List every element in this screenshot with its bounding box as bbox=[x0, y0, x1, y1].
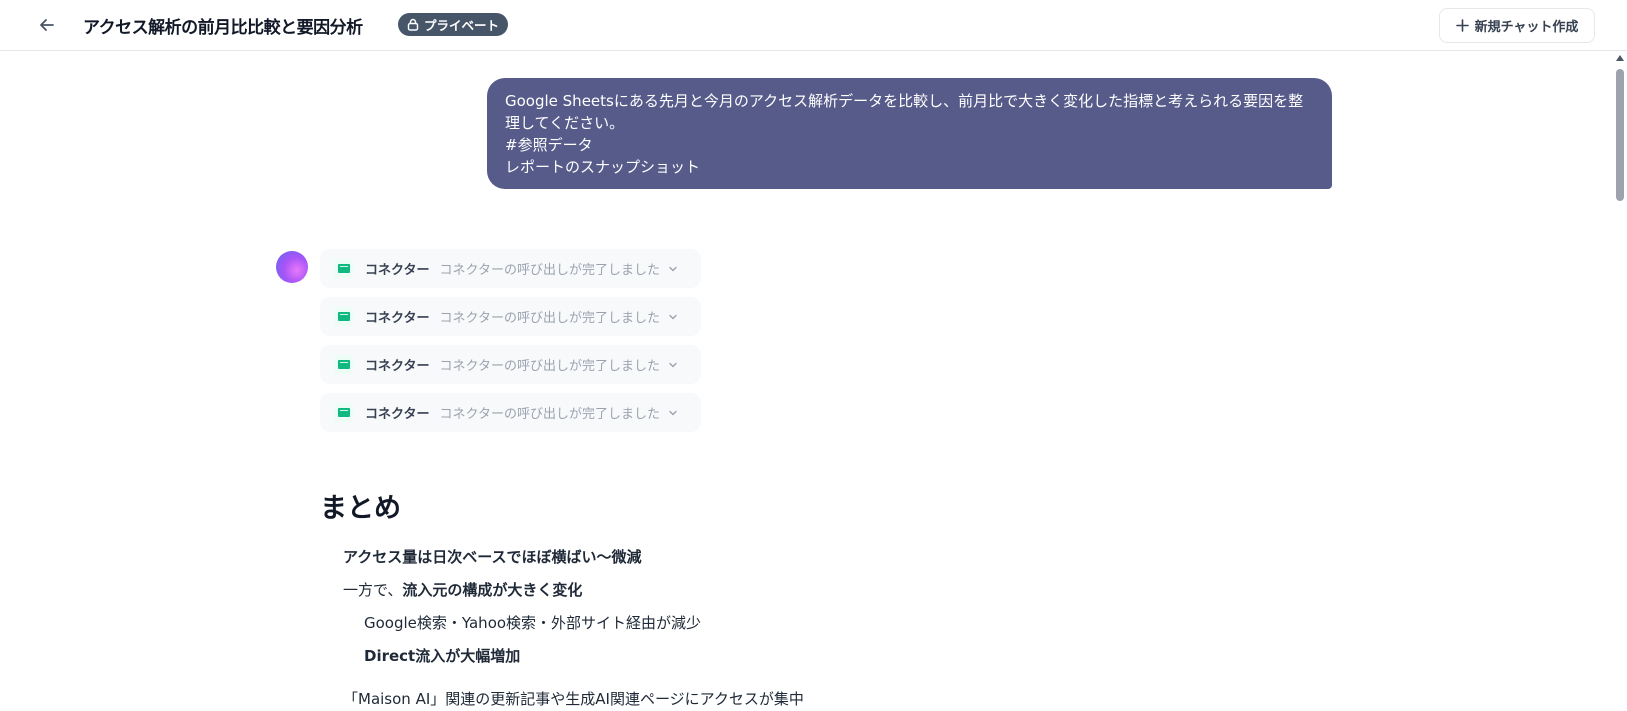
new-chat-button[interactable]: 新規チャット作成 bbox=[1439, 8, 1595, 43]
connector-status: コネクターの呼び出しが完了しました bbox=[439, 263, 660, 278]
connector-call-item[interactable]: コネクター コネクターの呼び出しが完了しました bbox=[320, 249, 701, 288]
summary-item: アクセス量は日次ベースでほぼ横ばい〜微減 bbox=[343, 546, 642, 567]
connector-status: コネクターの呼び出しが完了しました bbox=[439, 311, 660, 326]
connector-label: コネクター bbox=[365, 311, 430, 326]
back-arrow-icon bbox=[40, 19, 54, 31]
user-message-line: Google Sheetsにある先月と今月のアクセス解析データを比較し、前月比で… bbox=[505, 92, 1304, 110]
connector-status: コネクターの呼び出しが完了しました bbox=[439, 359, 660, 374]
sheets-icon bbox=[334, 307, 353, 326]
chevron-down-icon[interactable] bbox=[668, 360, 678, 370]
connector-call-item[interactable]: コネクター コネクターの呼び出しが完了しました bbox=[320, 345, 701, 384]
user-message-line: 理してください。 bbox=[505, 114, 625, 132]
sheets-icon bbox=[334, 403, 353, 422]
summary-item: 一方で、流入元の構成が大きく変化 bbox=[343, 579, 582, 600]
connector-call-list: コネクター コネクターの呼び出しが完了しました コネクター コネクターの呼び出し… bbox=[320, 249, 701, 441]
page-title: アクセス解析の前月比比較と要因分析 bbox=[83, 18, 363, 38]
summary-heading: まとめ bbox=[320, 493, 401, 524]
vertical-scrollbar[interactable] bbox=[1613, 51, 1627, 711]
summary-subitem: Google検索・Yahoo検索・外部サイト経由が減少 bbox=[364, 612, 701, 633]
scroll-thumb[interactable] bbox=[1616, 69, 1624, 201]
assistant-avatar bbox=[276, 251, 308, 283]
connector-status: コネクターの呼び出しが完了しました bbox=[439, 407, 660, 422]
summary-item: 「Maison AI」関連の更新記事や生成AI関連ページにアクセスが集中 bbox=[343, 688, 804, 709]
connector-call-item[interactable]: コネクター コネクターの呼び出しが完了しました bbox=[320, 393, 701, 432]
user-message-line: #参照データ bbox=[505, 136, 593, 154]
summary-subitem: Direct流入が大幅増加 bbox=[364, 645, 520, 666]
chevron-down-icon[interactable] bbox=[668, 408, 678, 418]
summary-item-bold: 流入元の構成が大きく変化 bbox=[402, 581, 583, 599]
lock-icon bbox=[407, 18, 419, 31]
summary-item-prefix: 一方で、 bbox=[343, 581, 403, 599]
back-button[interactable] bbox=[34, 12, 60, 38]
summary-subitem-text: Direct流入が大幅増加 bbox=[364, 647, 521, 665]
connector-label: コネクター bbox=[365, 407, 430, 422]
connector-call-item[interactable]: コネクター コネクターの呼び出しが完了しました bbox=[320, 297, 701, 336]
scroll-up-arrow-icon[interactable] bbox=[1616, 55, 1624, 61]
summary-subitem-text: Google検索・Yahoo検索・外部サイト経由が減少 bbox=[364, 614, 702, 632]
summary-item-text: アクセス量は日次ベースでほぼ横ばい〜微減 bbox=[343, 548, 642, 566]
chevron-down-icon[interactable] bbox=[668, 312, 678, 322]
chevron-down-icon[interactable] bbox=[668, 264, 678, 274]
connector-label: コネクター bbox=[365, 359, 430, 374]
top-header: アクセス解析の前月比比較と要因分析 プライベート 新規チャット作成 bbox=[0, 0, 1627, 51]
sheets-icon bbox=[334, 259, 353, 278]
private-badge-label: プライベート bbox=[424, 18, 500, 33]
plus-icon bbox=[1455, 19, 1469, 32]
user-message-bubble: Google Sheetsにある先月と今月のアクセス解析データを比較し、前月比で… bbox=[487, 78, 1332, 189]
summary-item-text: 「Maison AI」関連の更新記事や生成AI関連ページにアクセスが集中 bbox=[343, 690, 804, 708]
connector-label: コネクター bbox=[365, 263, 430, 278]
sheets-icon bbox=[334, 355, 353, 374]
user-message-line: レポートのスナップショット bbox=[505, 158, 701, 176]
new-chat-label: 新規チャット作成 bbox=[1474, 20, 1579, 35]
private-badge[interactable]: プライベート bbox=[398, 13, 509, 36]
